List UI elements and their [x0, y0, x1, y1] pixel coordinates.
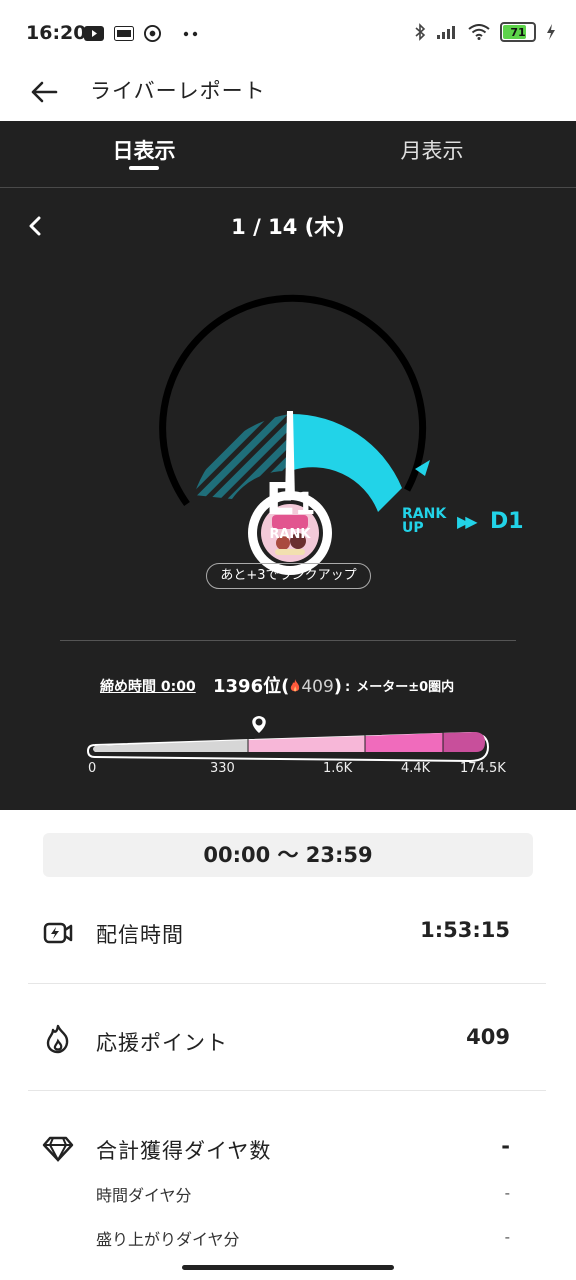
- battery-icon: 71: [500, 22, 536, 42]
- meter-label-3: 4.4K: [401, 761, 431, 776]
- meter-label-0: 0: [88, 761, 97, 776]
- deadline-link[interactable]: 締め時間 0:00: [100, 676, 196, 696]
- rank-letter: E: [265, 474, 296, 525]
- meter-labels: 0 330 1.6K 4.4K 174.5K: [0, 761, 576, 781]
- view-tabs: 日表示 月表示: [0, 121, 576, 188]
- rank-up-label: RANK UP: [402, 507, 462, 535]
- diamonds-label: 合計獲得ダイヤ数: [96, 1139, 272, 1163]
- ge-icon: [114, 26, 134, 41]
- position-value: 1396位(: [213, 676, 290, 697]
- stat-support-points: 応援ポイント 409: [28, 991, 546, 1091]
- support-points-value: 409: [466, 1025, 510, 1049]
- rank-caption: RANK: [269, 527, 311, 542]
- battery-level: 71: [510, 25, 526, 39]
- meter-label-2: 1.6K: [323, 761, 353, 776]
- charging-icon: [547, 24, 555, 40]
- meter-segment-3: [365, 733, 443, 752]
- status-time: 16:20: [26, 22, 87, 44]
- status-icons-right: 71: [414, 22, 556, 42]
- status-icons-left: [84, 25, 199, 42]
- time-diamonds-value: -: [504, 1184, 510, 1202]
- meter-segment-4: [443, 732, 485, 752]
- meter-note: : メーター±0圏内: [345, 676, 454, 695]
- divider: [60, 640, 516, 641]
- stream-time-label: 配信時間: [96, 923, 184, 947]
- remaining-to-rankup-pill[interactable]: あと+3でランクアップ: [206, 563, 371, 589]
- status-bar: 16:20 71: [0, 0, 576, 64]
- video-camera-icon: [43, 922, 73, 944]
- more-dots-icon: [183, 31, 198, 36]
- date-nav: 1 / 14 (木): [0, 207, 576, 247]
- time-range: 00:00 〜 23:59: [43, 833, 533, 877]
- hype-diamonds-label: 盛り上がりダイヤ分: [96, 1230, 240, 1249]
- tab-day[interactable]: 日表示: [44, 135, 244, 165]
- date-label: 1 / 14 (木): [231, 215, 345, 239]
- position-marker: [252, 716, 266, 733]
- hype-diamonds-value: -: [504, 1228, 510, 1246]
- meter-label-1: 330: [210, 761, 235, 776]
- chrome-icon: [144, 25, 161, 42]
- back-button[interactable]: [24, 72, 64, 112]
- stream-time-value: 1:53:15: [420, 918, 510, 942]
- home-indicator[interactable]: [182, 1265, 394, 1270]
- double-arrow-icon: ▶▶: [457, 512, 478, 531]
- diamonds-value: -: [501, 1134, 510, 1158]
- app-bar: ライバーレポート: [0, 64, 576, 121]
- position-close: ): [333, 676, 343, 697]
- meter-segment-2: [248, 736, 365, 752]
- flame-icon: [291, 679, 300, 692]
- wifi-icon: [468, 24, 490, 40]
- bluetooth-icon: [415, 23, 426, 41]
- stat-diamonds: 合計獲得ダイヤ数 - 時間ダイヤ分 - 盛り上がりダイヤ分 -: [28, 1098, 546, 1260]
- rank-up-line2: UP: [402, 520, 424, 536]
- points-value: 409: [301, 677, 334, 697]
- meter-note-text: メーター±0圏内: [356, 680, 455, 695]
- diamond-icon: [42, 1136, 74, 1163]
- rank-number: 1: [294, 487, 316, 522]
- rank-panel: 日表示 月表示 1 / 14 (木) E1 RANK RANK UP ▶▶ D1…: [0, 121, 576, 810]
- next-rank: D1: [490, 509, 524, 534]
- youtube-icon: [84, 26, 104, 41]
- page-title: ライバーレポート: [90, 79, 266, 103]
- rank-label: E1: [240, 474, 340, 525]
- arrow-left-icon: [31, 81, 58, 103]
- active-tab-indicator: [129, 166, 159, 170]
- support-points-label: 応援ポイント: [96, 1031, 228, 1055]
- meter-separator: :: [345, 680, 351, 695]
- rank-up-line1: RANK: [402, 506, 447, 522]
- stat-stream-time: 配信時間 1:53:15: [28, 884, 546, 984]
- flame-outline-icon: [46, 1024, 69, 1054]
- tab-month[interactable]: 月表示: [332, 135, 532, 165]
- time-diamonds-label: 時間ダイヤ分: [96, 1186, 192, 1205]
- ranking-position: 1396位( 409): [213, 672, 342, 698]
- deadline-row: 締め時間 0:00 1396位( 409) : メーター±0圏内: [0, 674, 576, 704]
- signal-icon: [437, 26, 455, 39]
- meter-label-4: 174.5K: [460, 761, 506, 776]
